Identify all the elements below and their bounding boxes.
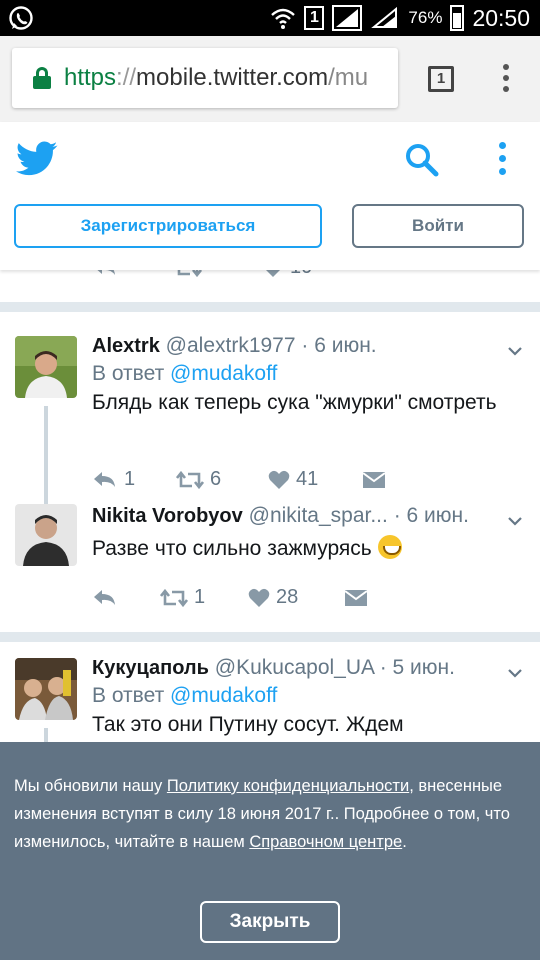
clock: 20:50 — [472, 4, 530, 31]
like-count: 41 — [296, 468, 319, 490]
avatar[interactable] — [15, 658, 77, 720]
url-text[interactable]: https://mobile.twitter.com/mu — [64, 64, 368, 92]
dm-button[interactable] — [344, 588, 368, 608]
like-button[interactable]: 28 — [248, 586, 344, 609]
dm-icon — [362, 471, 386, 488]
more-icon[interactable] — [497, 142, 507, 180]
reply-icon — [94, 471, 115, 487]
tweet-header: Alextrk @alextrk1977 · 6 июн. — [92, 334, 526, 358]
like-count: 28 — [276, 586, 299, 608]
help-center-link[interactable]: Справочном центре — [249, 833, 402, 851]
signal-icon — [332, 5, 363, 31]
wifi-icon — [271, 8, 296, 29]
whatsapp-icon — [9, 6, 33, 30]
chevron-down-icon[interactable] — [508, 346, 522, 356]
author-handle[interactable]: @Kukucapol_UA — [215, 656, 374, 679]
tweet-date[interactable]: · 6 июн. — [394, 504, 469, 527]
retweet-button[interactable]: 1 — [160, 586, 248, 609]
signal-icon-2 — [371, 6, 398, 28]
tabs-icon[interactable]: 1 — [428, 66, 454, 92]
retweet-button[interactable]: 6 — [176, 468, 268, 491]
tweet-text: Разве что сильно зажмурясь — [92, 537, 372, 560]
chevron-down-icon[interactable] — [508, 668, 522, 678]
browser-toolbar: https://mobile.twitter.com/mu 1 — [0, 36, 540, 122]
like-button[interactable]: 41 — [268, 468, 362, 491]
twitter-header: Зарегистрироваться Войти — [0, 122, 540, 270]
twitter-bird-icon[interactable] — [16, 140, 58, 178]
like-icon — [268, 470, 290, 489]
tweet-header: Кукуцаполь @Kukucapol_UA · 5 июн. — [92, 656, 526, 680]
lock-icon — [32, 65, 52, 91]
like-icon — [248, 588, 270, 607]
retweet-count: 6 — [210, 468, 222, 490]
tweet-text: Так это они Путину сосут. Ждем — [92, 713, 404, 736]
tweet-content: Кукуцаполь @Kukucapol_UA · 5 июн. В отве… — [92, 656, 526, 740]
battery-icon — [450, 5, 465, 31]
banner-message: Мы обновили нашу Политику конфиденциальн… — [14, 777, 510, 851]
dm-icon — [344, 589, 368, 606]
retweet-icon — [160, 588, 188, 607]
tweet-date[interactable]: · 6 июн. — [301, 334, 376, 357]
author-name[interactable]: Nikita Vorobyov — [92, 505, 243, 527]
status-bar: 1 76% 20:50 — [0, 0, 540, 36]
tweet-actions: 1 6 41 — [92, 468, 386, 491]
reply-context: В ответ @mudakoff — [92, 362, 278, 385]
tweet-text: Блядь как теперь сука "жмурки" смотреть — [92, 391, 497, 414]
tweet-text-wrap: Разве что сильно зажмурясь — [92, 534, 526, 564]
author-name[interactable]: Кукуцаполь — [92, 657, 209, 679]
menu-icon[interactable] — [500, 64, 512, 94]
reply-mention[interactable]: @mudakoff — [170, 684, 277, 707]
dm-button[interactable] — [362, 470, 386, 490]
chevron-down-icon[interactable] — [508, 516, 522, 526]
emoji-icon — [377, 535, 402, 559]
reply-count: 1 — [124, 468, 136, 490]
thread-line — [44, 406, 48, 510]
author-name[interactable]: Alextrk — [92, 335, 160, 357]
sim-badge: 1 — [304, 6, 325, 30]
address-bar[interactable]: https://mobile.twitter.com/mu — [12, 48, 398, 108]
tweet-date[interactable]: · 5 июн. — [380, 656, 455, 679]
conversation-card[interactable]: Alextrk @alextrk1977 · 6 июн. В ответ @m… — [0, 312, 540, 632]
reply-button[interactable]: 1 — [92, 468, 176, 491]
reply-button[interactable] — [92, 588, 160, 608]
privacy-policy-link[interactable]: Политику конфиденциальности — [167, 777, 409, 795]
tweet-actions: 1 28 — [92, 586, 368, 609]
avatar[interactable] — [15, 504, 77, 566]
author-handle[interactable]: @nikita_spar... — [249, 504, 388, 527]
reply-mention[interactable]: @mudakoff — [170, 362, 277, 385]
avatar[interactable] — [15, 336, 77, 398]
login-button[interactable]: Войти — [352, 204, 524, 248]
tweet-content: Nikita Vorobyov @nikita_spar... · 6 июн.… — [92, 504, 526, 564]
battery-percent: 76% — [408, 8, 443, 27]
search-icon[interactable] — [404, 142, 440, 178]
reply-context: В ответ @mudakoff — [92, 684, 278, 707]
close-button[interactable]: Закрыть — [200, 901, 340, 943]
signup-button[interactable]: Зарегистрироваться — [14, 204, 322, 248]
retweet-count: 1 — [194, 586, 206, 608]
author-handle[interactable]: @alextrk1977 — [166, 334, 296, 357]
privacy-banner: Мы обновили нашу Политику конфиденциальн… — [0, 742, 540, 960]
retweet-icon — [176, 470, 204, 489]
tweet-header: Nikita Vorobyov @nikita_spar... · 6 июн. — [92, 504, 526, 528]
reply-icon — [94, 589, 115, 605]
tweet-content: Alextrk @alextrk1977 · 6 июн. В ответ @m… — [92, 334, 526, 418]
